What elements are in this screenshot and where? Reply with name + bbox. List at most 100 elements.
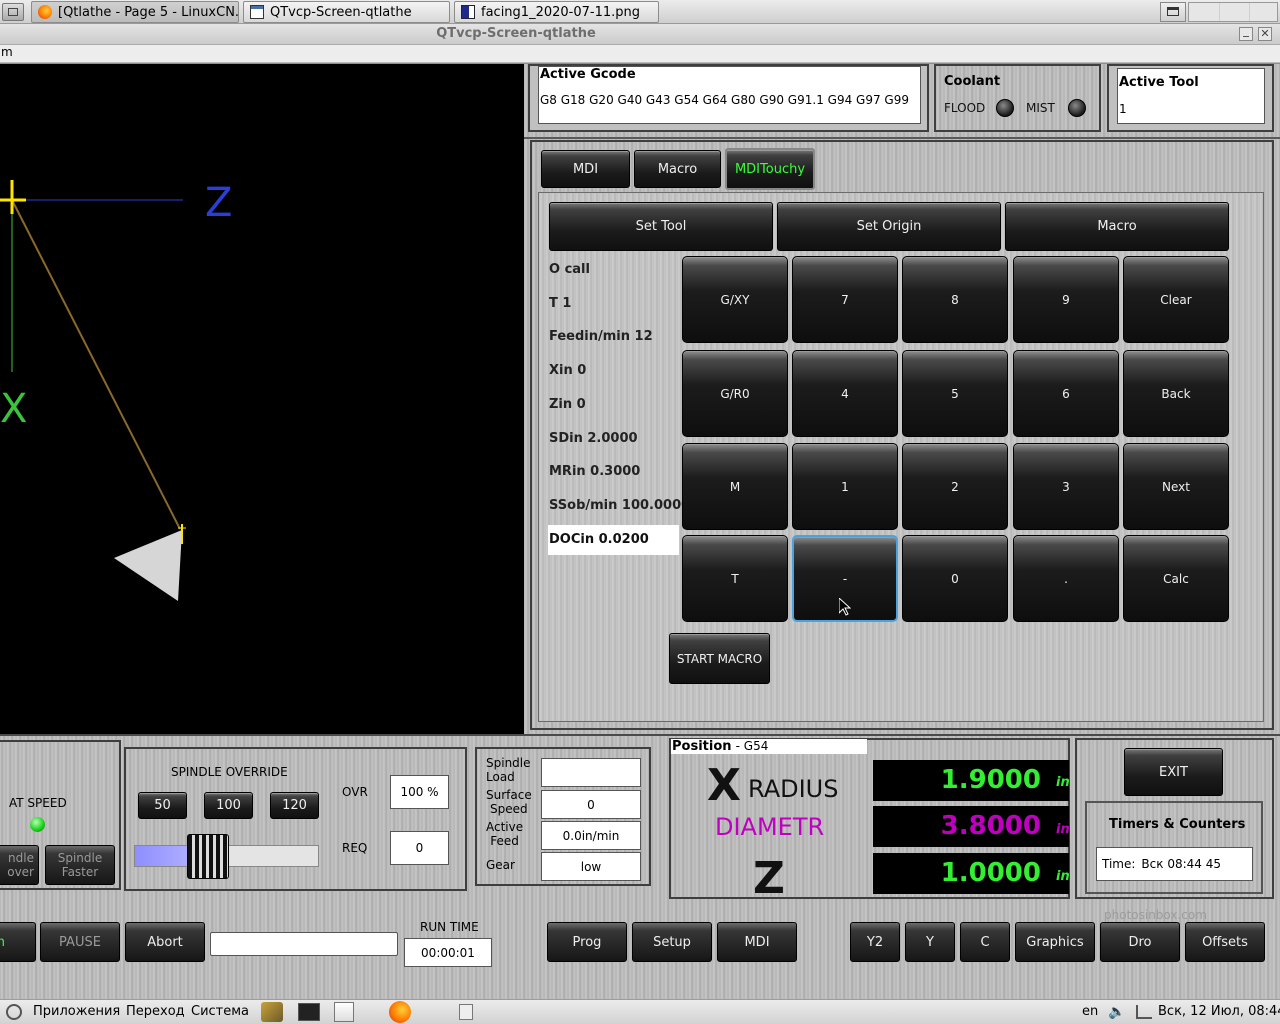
set-tool-button[interactable]: Set Tool (549, 202, 773, 251)
mdi-button[interactable]: MDI (717, 922, 797, 962)
field-xin[interactable]: Xin 0 (549, 363, 586, 378)
spindle-faster-button[interactable]: Spindle Faster (45, 845, 115, 885)
offsets-button[interactable]: Offsets (1185, 922, 1265, 962)
diameter-label: DIAMETR (715, 813, 825, 841)
at-speed-led (30, 817, 45, 832)
field-mrin[interactable]: MRin 0.3000 (549, 464, 640, 479)
view-c-button[interactable]: C (960, 922, 1010, 962)
workspace-switcher[interactable] (1188, 2, 1278, 22)
taskbar-tab-image[interactable]: facing1_2020-07-11.png (454, 1, 659, 23)
abort-button[interactable]: Abort (125, 922, 205, 962)
exit-button[interactable]: EXIT (1124, 748, 1223, 796)
active-feed-text: 0.0in/min (562, 828, 620, 843)
taskbar-tab-label: facing1_2020-07-11.png (481, 4, 640, 20)
trash-icon[interactable] (459, 1004, 473, 1020)
keypad-key[interactable]: Next (1123, 443, 1229, 530)
close-icon[interactable]: ✕ (1258, 27, 1272, 41)
override-100-button[interactable]: 100 (204, 792, 253, 819)
show-desktop-icon[interactable] (1160, 2, 1186, 22)
override-slider-handle[interactable] (187, 834, 230, 879)
gear-value: low (541, 852, 641, 881)
keypad-key[interactable]: Back (1123, 350, 1229, 437)
keypad-key[interactable]: G/XY (682, 256, 788, 343)
keypad-key[interactable]: 4 (792, 350, 898, 437)
field-zin[interactable]: Zin 0 (549, 397, 586, 412)
minimize-icon[interactable] (1239, 27, 1253, 41)
pause-button[interactable]: PAUSE (40, 922, 120, 962)
view-y2-button[interactable]: Y2 (850, 922, 900, 962)
keypad-key[interactable]: 0 (902, 535, 1008, 622)
distro-logo-icon[interactable] (6, 1004, 22, 1020)
macro-button[interactable]: Macro (1005, 202, 1229, 251)
ovr-value-text: 100 % (400, 785, 439, 799)
linuxcnc-launcher-icon[interactable] (261, 1002, 283, 1022)
mist-label: MIST (1026, 101, 1055, 115)
system-panel: Приложения Переход Система en 🔈 Вск, 12 … (0, 999, 1280, 1024)
keypad-key[interactable]: M (682, 443, 788, 530)
keypad-key[interactable]: 9 (1013, 256, 1119, 343)
keypad-key[interactable]: Calc (1123, 535, 1229, 622)
at-speed-label: AT SPEED (9, 796, 67, 810)
places-menu[interactable]: Переход (126, 1004, 185, 1019)
terminal-icon[interactable] (298, 1003, 320, 1021)
keypad-key[interactable]: 6 (1013, 350, 1119, 437)
flood-led (996, 99, 1014, 117)
tab-mditouchy[interactable]: MDITouchy (725, 148, 815, 190)
top-taskbar: [Qtlathe - Page 5 - LinuxCN... QTvcp-Scr… (0, 0, 1280, 24)
keypad-key[interactable]: T (682, 535, 788, 622)
field-ssob[interactable]: SSob/min 100.0000 (549, 498, 690, 513)
view-y-button[interactable]: Y (905, 922, 955, 962)
network-icon[interactable] (1136, 1005, 1152, 1019)
surface-speed-label: Surface Speed (486, 788, 532, 816)
dro-button[interactable]: Dro (1100, 922, 1180, 962)
toolpath-graphics[interactable]: Z X (0, 64, 524, 734)
tab-mdi[interactable]: MDI (541, 150, 630, 188)
volume-icon[interactable]: 🔈 (1108, 1004, 1125, 1020)
keypad-key[interactable]: G/R0 (682, 350, 788, 437)
field-ocall[interactable]: O call (549, 262, 590, 277)
prog-button[interactable]: Prog (547, 922, 627, 962)
start-macro-button[interactable]: START MACRO (669, 633, 770, 684)
active-gcode-panel: Active Gcode G8 G18 G20 G40 G43 G54 G64 … (528, 64, 929, 132)
keypad-key[interactable]: 2 (902, 443, 1008, 530)
override-120-button[interactable]: 120 (270, 792, 319, 819)
keyboard-layout[interactable]: en (1082, 1004, 1098, 1019)
keypad-key[interactable]: 8 (902, 256, 1008, 343)
field-docin-selected[interactable]: DOCin 0.0200 (548, 525, 679, 555)
menu-bar: m (0, 45, 1280, 63)
set-origin-button[interactable]: Set Origin (777, 202, 1001, 251)
keypad-key[interactable]: 1 (792, 443, 898, 530)
gear-label: Gear (486, 858, 515, 872)
dro-x-unit: in (1056, 775, 1070, 790)
keypad-key[interactable]: 5 (902, 350, 1008, 437)
keypad-key[interactable]: . (1013, 535, 1119, 622)
run-time-value: 00:00:01 (404, 938, 492, 967)
system-menu[interactable]: Система (191, 1004, 249, 1019)
active-feed-label: Active Feed (486, 820, 524, 848)
window-titlebar[interactable]: QTvcp-Screen-qtlathe ✕ (0, 24, 1280, 45)
keypad-key[interactable]: Clear (1123, 256, 1229, 343)
menu-item-fragment[interactable]: m (1, 45, 13, 59)
override-slider[interactable] (134, 834, 319, 879)
dro-z-unit: in (1056, 869, 1070, 884)
override-50-button[interactable]: 50 (138, 792, 187, 819)
keypad-key[interactable]: 3 (1013, 443, 1119, 530)
applications-menu[interactable]: Приложения (33, 1004, 120, 1019)
field-tool[interactable]: T 1 (549, 296, 571, 311)
graphics-button[interactable]: Graphics (1015, 922, 1095, 962)
tab-macro[interactable]: Macro (634, 150, 721, 188)
field-feed[interactable]: Feedin/min 12 (549, 329, 653, 344)
clock[interactable]: Вск, 12 Июл, 08:44 (1158, 1004, 1280, 1019)
watermark: photosinbox.com (1104, 908, 1207, 922)
app-switcher-icon[interactable] (2, 3, 24, 21)
setup-button[interactable]: Setup (632, 922, 712, 962)
spindle-slower-button[interactable]: ndle over (0, 845, 39, 885)
firefox-launcher-icon[interactable] (389, 1001, 411, 1023)
field-sdin[interactable]: SDin 2.0000 (549, 431, 638, 446)
text-editor-icon[interactable] (334, 1002, 354, 1022)
taskbar-tab-qtlathe-forum[interactable]: [Qtlathe - Page 5 - LinuxCN... (31, 1, 239, 23)
run-button[interactable]: n (0, 922, 36, 962)
timer-box: Time: Вск 08:44 45 (1096, 847, 1253, 881)
taskbar-tab-qtvcp[interactable]: QTvcp-Screen-qtlathe (243, 1, 450, 23)
keypad-key[interactable]: 7 (792, 256, 898, 343)
